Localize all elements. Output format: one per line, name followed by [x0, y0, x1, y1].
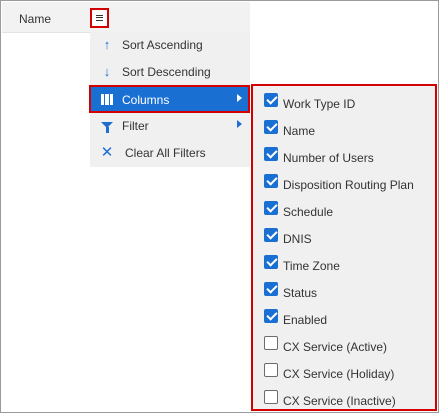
checkbox-checked-icon[interactable] — [264, 147, 278, 161]
column-toggle-disposition-routing-plan[interactable]: Disposition Routing Plan — [253, 169, 435, 196]
caret-right-icon — [237, 94, 242, 102]
column-toggle-label: Status — [283, 286, 318, 300]
column-menu-button[interactable] — [90, 8, 109, 28]
column-toggle-label: Work Type ID — [283, 97, 356, 111]
columns-icon — [99, 91, 115, 107]
column-toggle-label: Enabled — [283, 313, 328, 327]
checkbox-unchecked-icon[interactable] — [264, 390, 278, 404]
checkbox-unchecked-icon[interactable] — [264, 336, 278, 350]
column-toggle-label: Time Zone — [283, 259, 340, 273]
menu-item-clear-all-filters[interactable]: ✕ Clear All Filters — [90, 139, 250, 165]
menu-item-label: Clear All Filters — [125, 146, 206, 160]
checkbox-checked-icon[interactable] — [264, 93, 278, 107]
column-header-name[interactable]: Name — [19, 12, 51, 26]
column-toggle-label: Disposition Routing Plan — [283, 178, 414, 192]
column-menu: ↑ Sort Ascending ↓ Sort Descending Colum… — [89, 31, 250, 167]
menu-item-label: Sort Descending — [122, 65, 211, 79]
column-toggle-label: Schedule — [283, 205, 334, 219]
checkbox-checked-icon[interactable] — [264, 282, 278, 296]
menu-item-label: Sort Ascending — [122, 38, 203, 52]
column-toggle-label: CX Service (Active) — [283, 340, 388, 354]
menu-item-filter[interactable]: Filter — [90, 112, 250, 138]
menu-item-label: Filter — [122, 119, 149, 133]
checkbox-unchecked-icon[interactable] — [264, 363, 278, 377]
column-toggle-cx-service-active[interactable]: CX Service (Active) — [253, 331, 435, 358]
checkbox-checked-icon[interactable] — [264, 228, 278, 242]
checkbox-checked-icon[interactable] — [264, 201, 278, 215]
column-toggle-label: CX Service (Holiday) — [283, 367, 395, 381]
checkbox-checked-icon[interactable] — [264, 120, 278, 134]
checkbox-checked-icon[interactable] — [264, 255, 278, 269]
menu-item-label: Columns — [122, 93, 170, 107]
filter-icon — [99, 117, 115, 133]
column-toggle-enabled[interactable]: Enabled — [253, 304, 435, 331]
column-toggle-schedule[interactable]: Schedule — [253, 196, 435, 223]
column-toggle-name[interactable]: Name — [253, 115, 435, 142]
arrow-up-icon: ↑ — [103, 36, 111, 52]
checkbox-checked-icon[interactable] — [264, 309, 278, 323]
column-toggle-label: CX Service (Inactive) — [283, 394, 396, 408]
column-toggle-dnis[interactable]: DNIS — [253, 223, 435, 250]
close-icon: ✕ — [100, 144, 114, 161]
column-toggle-cx-service-holiday[interactable]: CX Service (Holiday) — [253, 358, 435, 385]
menu-item-sort-descending[interactable]: ↓ Sort Descending — [90, 58, 250, 84]
column-toggle-label: DNIS — [283, 232, 312, 246]
column-toggle-status[interactable]: Status — [253, 277, 435, 304]
column-toggle-cx-service-inactive[interactable]: CX Service (Inactive) — [253, 385, 435, 412]
arrow-down-icon: ↓ — [103, 63, 111, 79]
hamburger-icon — [96, 15, 103, 21]
columns-submenu: Work Type ID Name Number of Users Dispos… — [251, 84, 437, 411]
column-toggle-time-zone[interactable]: Time Zone — [253, 250, 435, 277]
caret-right-icon — [237, 120, 242, 128]
menu-item-sort-ascending[interactable]: ↑ Sort Ascending — [90, 31, 250, 57]
column-toggle-label: Name — [283, 124, 316, 138]
checkbox-checked-icon[interactable] — [264, 174, 278, 188]
column-toggle-label: Number of Users — [283, 151, 374, 165]
grid-panel: Name ↑ Sort Ascending ↓ Sort Descending … — [0, 0, 439, 413]
column-toggle-work-type-id[interactable]: Work Type ID — [253, 88, 435, 115]
grid-header: Name — [2, 2, 250, 33]
menu-item-columns[interactable]: Columns — [89, 85, 250, 113]
column-toggle-number-of-users[interactable]: Number of Users — [253, 142, 435, 169]
